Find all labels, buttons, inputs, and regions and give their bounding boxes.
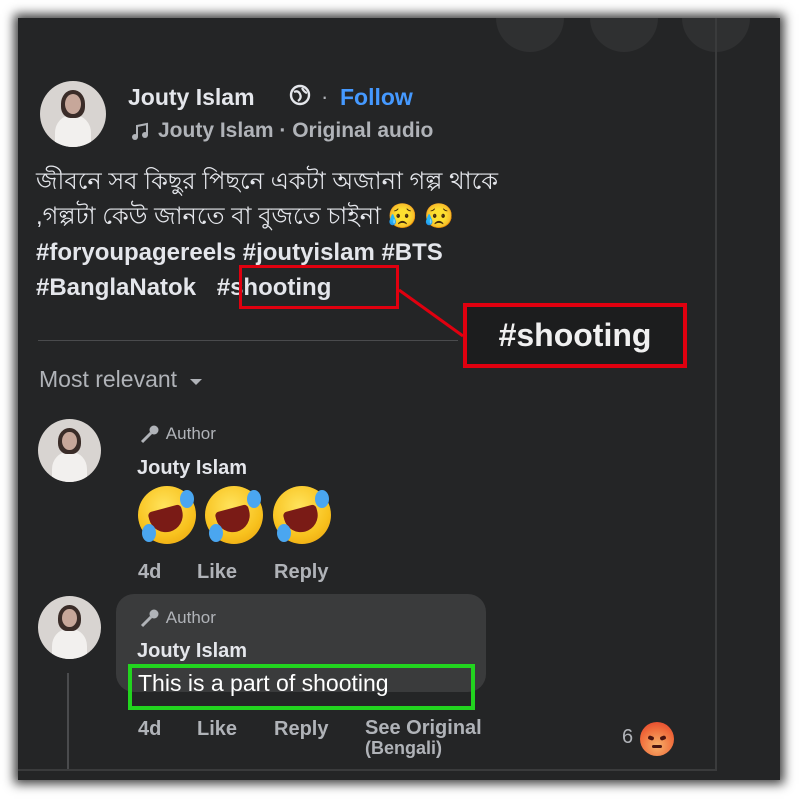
rolling-on-floor-laughing-emoji xyxy=(205,486,263,544)
reply-avatar[interactable] xyxy=(38,596,101,659)
scrollbar-track[interactable] xyxy=(715,18,717,770)
microphone-icon xyxy=(140,425,159,443)
see-original-button[interactable]: See Original (Bengali) xyxy=(365,718,482,758)
author-badge: Author xyxy=(138,424,216,445)
header-separator: · xyxy=(321,84,329,109)
author-badge-label: Author xyxy=(165,608,216,627)
hashtag-banglanatok[interactable]: #BanglaNatok xyxy=(36,274,196,301)
reply-time[interactable]: 4d xyxy=(138,718,161,741)
reply-button[interactable]: Reply xyxy=(274,561,328,584)
globe-icon xyxy=(289,84,311,106)
rolling-on-floor-laughing-emoji xyxy=(138,486,196,544)
author-badge-label: Author xyxy=(165,424,216,443)
angry-reaction-icon[interactable] xyxy=(640,722,674,756)
see-original-label: See Original xyxy=(365,717,482,739)
like-button[interactable]: Like xyxy=(197,561,237,584)
follow-button[interactable]: Follow xyxy=(340,84,413,111)
facebook-post-panel: Jouty Islam · Follow Jouty Islam · Origi… xyxy=(18,18,780,780)
top-action-circle-1[interactable] xyxy=(496,18,564,52)
chevron-down-icon xyxy=(190,379,203,385)
author-avatar[interactable] xyxy=(40,81,106,147)
reaction-count[interactable]: 6 xyxy=(622,726,633,749)
section-divider xyxy=(38,340,458,341)
comment-time[interactable]: 4d xyxy=(138,561,161,584)
audio-line[interactable]: Jouty Islam · Original audio xyxy=(158,119,433,143)
shooting-highlight-box xyxy=(239,265,399,309)
top-action-circle-2[interactable] xyxy=(590,18,658,52)
thread-line xyxy=(67,673,69,770)
sort-label: Most relevant xyxy=(39,366,178,392)
shooting-callout: #shooting xyxy=(463,303,687,368)
sort-dropdown[interactable]: Most relevant xyxy=(39,366,203,393)
post-text-line-1: জীবনে সব কিছুর পিছনে একটা অজানা গল্প থাক… xyxy=(36,168,499,195)
music-note-icon xyxy=(132,122,148,140)
microphone-icon xyxy=(140,609,159,627)
bottom-divider xyxy=(18,769,717,771)
like-button[interactable]: Like xyxy=(197,718,237,741)
reply-author-name[interactable]: Jouty Islam xyxy=(137,640,247,663)
rolling-on-floor-laughing-emoji xyxy=(273,486,331,544)
reply-button[interactable]: Reply xyxy=(274,718,328,741)
post-text: জীবনে সব কিছুর পিছনে একটা অজানা গল্প থাক… xyxy=(36,164,676,234)
author-badge: Author xyxy=(138,608,216,629)
comment-author-name[interactable]: Jouty Islam xyxy=(137,457,247,480)
comment-avatar[interactable] xyxy=(38,419,101,482)
reply-highlight-box xyxy=(128,664,475,710)
post-author-name[interactable]: Jouty Islam xyxy=(128,84,255,111)
post-text-line-2: ,গল্পটা কেউ জানতে বা বুজতে চাইনা 😥 😥 xyxy=(36,203,455,230)
see-original-language: (Bengali) xyxy=(365,738,443,758)
